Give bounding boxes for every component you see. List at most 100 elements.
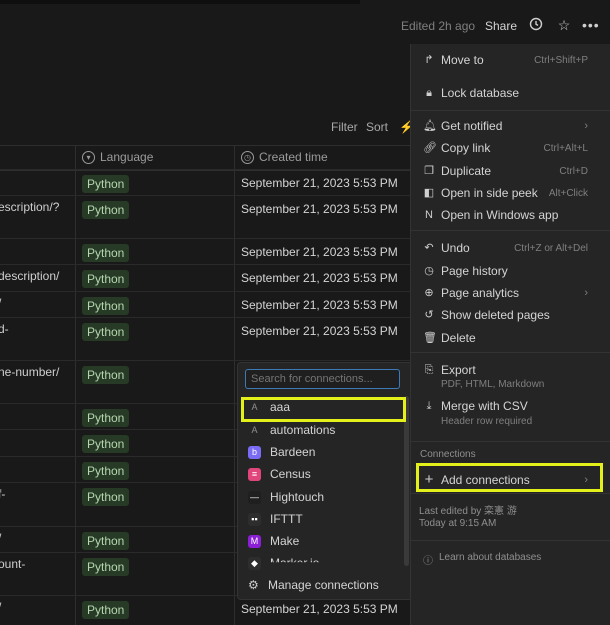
row-divider bbox=[0, 317, 410, 318]
row-divider bbox=[0, 169, 410, 170]
marker-icon: ◆ bbox=[248, 557, 261, 570]
bardeen-icon: b bbox=[248, 446, 261, 459]
menu-item-duplicate[interactable]: ❐ Duplicate Ctrl+D bbox=[410, 161, 610, 181]
connection-label: Census bbox=[270, 467, 311, 481]
language-tag[interactable]: Python bbox=[82, 462, 130, 480]
table-cell-url[interactable]: / bbox=[0, 296, 1, 310]
menu-item-merge-with-csv[interactable]: ⤓ Merge with CSV bbox=[410, 396, 610, 416]
table-cell-created: September 21, 2023 5:53 PM bbox=[241, 202, 398, 216]
table-cell-created: September 21, 2023 5:53 PM bbox=[241, 245, 398, 259]
menu-item-export[interactable]: ⎘ Export bbox=[410, 360, 610, 380]
clock-icon[interactable] bbox=[528, 17, 544, 33]
last-edited: Last edited by 栾憲 游 bbox=[419, 506, 517, 517]
header-language[interactable]: ▾ Language bbox=[82, 150, 153, 164]
menu-item-label: Get notified bbox=[441, 119, 503, 133]
connections-search-input[interactable] bbox=[245, 369, 400, 389]
language-tag[interactable]: Python bbox=[82, 409, 130, 427]
connection-item-marker-io[interactable]: ◆ Marker.io bbox=[240, 553, 405, 573]
language-tag[interactable]: Python bbox=[82, 270, 130, 288]
divider bbox=[410, 110, 610, 111]
table-cell-url[interactable]: description/ bbox=[0, 269, 59, 283]
column-divider bbox=[75, 145, 76, 625]
connection-item-automations[interactable]: Aautomations bbox=[240, 420, 405, 440]
menu-item-label: Undo bbox=[441, 241, 470, 255]
table-cell-url[interactable]: / bbox=[0, 600, 1, 614]
menu-item-delete[interactable]: 🗑︎ Delete bbox=[410, 328, 610, 348]
share-button[interactable]: Share bbox=[485, 19, 517, 33]
manage-connections-button[interactable]: ⚙ Manage connections bbox=[240, 576, 405, 594]
bell-icon: 🔔︎ bbox=[423, 120, 437, 132]
language-tag[interactable]: Python bbox=[82, 201, 130, 219]
row-divider bbox=[0, 291, 410, 292]
language-tag[interactable]: Python bbox=[82, 297, 130, 315]
highlight-box-add-connections bbox=[416, 463, 603, 492]
sort-button[interactable]: Sort bbox=[366, 120, 388, 134]
edited-status: Edited 2h ago bbox=[401, 19, 476, 33]
menu-item-label: Open in Windows app bbox=[441, 208, 559, 222]
connection-item-bardeen[interactable]: b Bardeen bbox=[240, 442, 405, 462]
shortcut-hint: Ctrl+Z or Alt+Del bbox=[514, 242, 588, 254]
header-created-time[interactable]: ◷ Created time bbox=[241, 150, 328, 164]
language-tag[interactable]: Python bbox=[82, 435, 130, 453]
menu-item-lock-database[interactable]: 🔒︎ Lock database bbox=[410, 83, 610, 103]
lock-icon: 🔒︎ bbox=[426, 87, 432, 99]
language-tag[interactable]: Python bbox=[82, 244, 130, 262]
shortcut-hint: Alt+Click bbox=[548, 187, 588, 199]
menu-item-label: Merge with CSV bbox=[441, 399, 528, 413]
connection-item-ifttt[interactable]: ▪▪ IFTTT bbox=[240, 509, 405, 529]
analytics-icon: ⊕ bbox=[424, 287, 434, 299]
menu-item-show-deleted-pages[interactable]: ↺ Show deleted pages bbox=[410, 305, 610, 325]
language-tag[interactable]: Python bbox=[82, 175, 130, 193]
menu-item-get-notified[interactable]: 🔔︎ Get notified › bbox=[410, 116, 610, 136]
table-cell-url[interactable]: f- bbox=[0, 487, 5, 501]
language-tag[interactable]: Python bbox=[82, 323, 130, 341]
table-cell-url[interactable]: ne-number/ bbox=[0, 365, 59, 379]
shortcut-hint: Ctrl+Shift+P bbox=[534, 54, 588, 66]
menu-item-label: Page history bbox=[441, 264, 508, 278]
star-icon[interactable]: ☆ bbox=[556, 17, 572, 33]
language-tag[interactable]: Python bbox=[82, 488, 130, 506]
last-edited-time: Today at 9:15 AM bbox=[419, 518, 497, 529]
menu-item-move-to[interactable]: ↱ Move to Ctrl+Shift+P bbox=[410, 50, 610, 70]
table-cell-url[interactable]: d- bbox=[0, 322, 9, 336]
census-icon: ≡ bbox=[248, 468, 261, 481]
link-icon: 🔗︎ bbox=[423, 142, 437, 154]
more-icon[interactable]: ••• bbox=[582, 17, 599, 33]
connection-label: Make bbox=[270, 534, 300, 548]
filter-button[interactable]: Filter bbox=[331, 120, 358, 134]
language-tag[interactable]: Python bbox=[82, 558, 130, 576]
menu-item-page-analytics[interactable]: ⊕ Page analytics › bbox=[410, 283, 610, 303]
learn-databases-link[interactable]: Learn about databases bbox=[439, 552, 541, 563]
connection-item-hightouch[interactable]: — Hightouch bbox=[240, 487, 405, 507]
menu-item-label: Export bbox=[441, 363, 476, 377]
table-cell-url[interactable]: escription/? bbox=[0, 200, 59, 214]
table-cell-url[interactable]: / bbox=[0, 531, 1, 545]
connection-item-census[interactable]: ≡ Census bbox=[240, 464, 405, 484]
menu-item-page-history[interactable]: ◷ Page history bbox=[410, 261, 610, 281]
menu-item-label: Copy link bbox=[441, 141, 491, 155]
select-type-icon: ▾ bbox=[82, 150, 95, 164]
column-divider bbox=[234, 145, 235, 625]
connection-label: Marker.io bbox=[270, 556, 320, 570]
language-tag[interactable]: Python bbox=[82, 601, 130, 619]
language-tag[interactable]: Python bbox=[82, 532, 130, 550]
menu-item-open-in-windows-app[interactable]: N Open in Windows app bbox=[410, 205, 610, 225]
connection-label: Bardeen bbox=[270, 445, 316, 459]
duplicate-icon: ❐ bbox=[424, 165, 434, 177]
menu-item-open-in-side-peek[interactable]: ◧ Open in side peek Alt+Click bbox=[410, 183, 610, 203]
restore-icon: ↺ bbox=[424, 309, 434, 321]
connection-label: IFTTT bbox=[270, 512, 303, 526]
shortcut-hint: Ctrl+D bbox=[559, 165, 588, 177]
divider bbox=[410, 493, 610, 494]
highlight-box-aaa bbox=[241, 397, 406, 422]
menu-item-label: Move to bbox=[441, 53, 484, 67]
menu-item-copy-link[interactable]: 🔗︎ Copy link Ctrl+Alt+L bbox=[410, 138, 610, 158]
menu-item-undo[interactable]: ↶ Undo Ctrl+Z or Alt+Del bbox=[410, 238, 610, 258]
move-icon: ↱ bbox=[424, 54, 434, 66]
table-cell-url[interactable]: ount- bbox=[0, 557, 25, 571]
notion-icon: N bbox=[425, 209, 433, 221]
table-cell-created: September 21, 2023 5:53 PM bbox=[241, 176, 398, 190]
language-tag[interactable]: Python bbox=[82, 366, 130, 384]
side-peek-icon: ◧ bbox=[423, 187, 435, 199]
connection-item-make[interactable]: M Make bbox=[240, 531, 405, 551]
